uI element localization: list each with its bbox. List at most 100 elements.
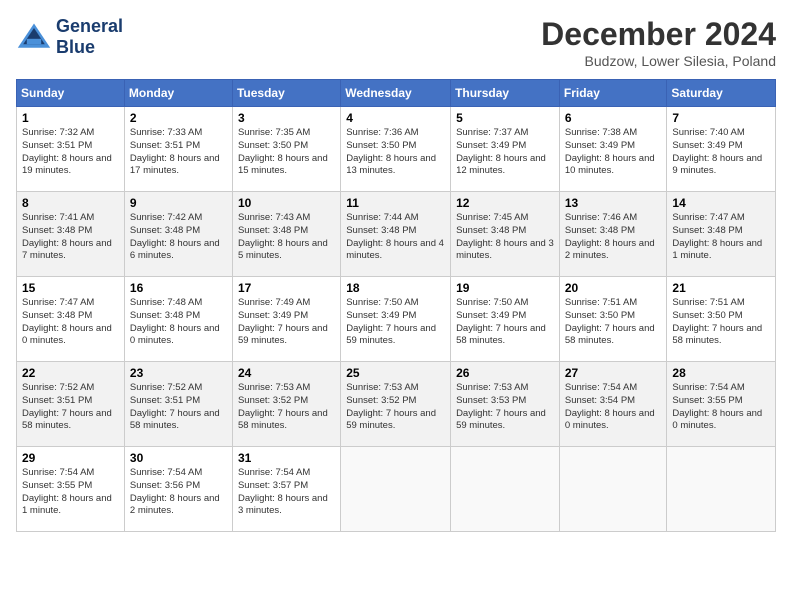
calendar-cell: 16Sunrise: 7:48 AMSunset: 3:48 PMDayligh…	[124, 277, 232, 362]
day-number: 1	[22, 111, 119, 125]
calendar-cell: 23Sunrise: 7:52 AMSunset: 3:51 PMDayligh…	[124, 362, 232, 447]
calendar-week-row: 15Sunrise: 7:47 AMSunset: 3:48 PMDayligh…	[17, 277, 776, 362]
day-number: 21	[672, 281, 770, 295]
day-info: Sunrise: 7:43 AMSunset: 3:48 PMDaylight:…	[238, 212, 335, 263]
day-number: 27	[565, 366, 662, 380]
calendar-cell: 18Sunrise: 7:50 AMSunset: 3:49 PMDayligh…	[341, 277, 451, 362]
page-header: General Blue December 2024 Budzow, Lower…	[16, 16, 776, 69]
day-number: 31	[238, 451, 335, 465]
day-info: Sunrise: 7:37 AMSunset: 3:49 PMDaylight:…	[456, 127, 554, 178]
calendar-cell: 6 Sunrise: 7:38 AMSunset: 3:49 PMDaylight…	[559, 107, 667, 192]
calendar-cell: 21 Sunrise: 7:51 AMSunset: 3:50 PMDayligh…	[667, 277, 776, 362]
logo-blue: Blue	[56, 37, 95, 57]
day-info: Sunrise: 7:54 AMSunset: 3:56 PMDaylight:…	[130, 467, 227, 518]
day-info: Sunrise: 7:36 AMSunset: 3:50 PMDaylight:…	[346, 127, 445, 178]
calendar-cell: 27Sunrise: 7:54 AMSunset: 3:54 PMDayligh…	[559, 362, 667, 447]
day-info: Sunrise: 7:51 AMSunset: 3:50 PMDaylight:…	[672, 297, 770, 348]
calendar-cell: 31 Sunrise: 7:54 AMSunset: 3:57 PMDayligh…	[232, 447, 340, 532]
calendar-cell	[667, 447, 776, 532]
calendar-cell: 12Sunrise: 7:45 AMSunset: 3:48 PMDayligh…	[451, 192, 560, 277]
day-number: 11	[346, 196, 445, 210]
day-info: Sunrise: 7:53 AMSunset: 3:52 PMDaylight:…	[238, 382, 335, 433]
day-info: Sunrise: 7:49 AMSunset: 3:49 PMDaylight:…	[238, 297, 335, 348]
day-number: 17	[238, 281, 335, 295]
day-info: Sunrise: 7:51 AMSunset: 3:50 PMDaylight:…	[565, 297, 662, 348]
logo-general: General	[56, 16, 123, 36]
calendar-cell: 13 Sunrise: 7:46 AMSunset: 3:48 PMDayligh…	[559, 192, 667, 277]
calendar-cell: 29 Sunrise: 7:54 AMSunset: 3:55 PMDayligh…	[17, 447, 125, 532]
day-number: 24	[238, 366, 335, 380]
day-info: Sunrise: 7:53 AMSunset: 3:53 PMDaylight:…	[456, 382, 554, 433]
calendar-cell	[341, 447, 451, 532]
day-info: Sunrise: 7:38 AMSunset: 3:49 PMDaylight:…	[565, 127, 662, 178]
day-number: 9	[130, 196, 227, 210]
calendar-cell: 10Sunrise: 7:43 AMSunset: 3:48 PMDayligh…	[232, 192, 340, 277]
calendar-cell: 28 Sunrise: 7:54 AMSunset: 3:55 PMDayligh…	[667, 362, 776, 447]
title-area: December 2024 Budzow, Lower Silesia, Pol…	[541, 16, 776, 69]
weekday-header: Sunday	[17, 80, 125, 107]
calendar-table: SundayMondayTuesdayWednesdayThursdayFrid…	[16, 79, 776, 532]
day-number: 28	[672, 366, 770, 380]
weekday-header: Monday	[124, 80, 232, 107]
logo: General Blue	[16, 16, 123, 58]
day-info: Sunrise: 7:54 AMSunset: 3:55 PMDaylight:…	[672, 382, 770, 433]
day-number: 26	[456, 366, 554, 380]
calendar-week-row: 22 Sunrise: 7:52 AMSunset: 3:51 PMDayligh…	[17, 362, 776, 447]
day-info: Sunrise: 7:44 AMSunset: 3:48 PMDaylight:…	[346, 212, 445, 263]
day-info: Sunrise: 7:53 AMSunset: 3:52 PMDaylight:…	[346, 382, 445, 433]
day-number: 25	[346, 366, 445, 380]
day-number: 30	[130, 451, 227, 465]
day-number: 20	[565, 281, 662, 295]
calendar-cell: 15Sunrise: 7:47 AMSunset: 3:48 PMDayligh…	[17, 277, 125, 362]
calendar-cell: 24 Sunrise: 7:53 AMSunset: 3:52 PMDayligh…	[232, 362, 340, 447]
day-info: Sunrise: 7:54 AMSunset: 3:55 PMDaylight:…	[22, 467, 119, 518]
day-info: Sunrise: 7:40 AMSunset: 3:49 PMDaylight:…	[672, 127, 770, 178]
weekday-header: Thursday	[451, 80, 560, 107]
calendar-cell: 8Sunrise: 7:41 AMSunset: 3:48 PMDaylight…	[17, 192, 125, 277]
day-info: Sunrise: 7:50 AMSunset: 3:49 PMDaylight:…	[346, 297, 445, 348]
day-info: Sunrise: 7:32 AMSunset: 3:51 PMDaylight:…	[22, 127, 119, 178]
calendar-cell: 1 Sunrise: 7:32 AMSunset: 3:51 PMDaylight…	[17, 107, 125, 192]
day-number: 13	[565, 196, 662, 210]
day-number: 19	[456, 281, 554, 295]
day-info: Sunrise: 7:33 AMSunset: 3:51 PMDaylight:…	[130, 127, 227, 178]
weekday-header: Friday	[559, 80, 667, 107]
day-number: 7	[672, 111, 770, 125]
day-info: Sunrise: 7:45 AMSunset: 3:48 PMDaylight:…	[456, 212, 554, 263]
weekday-header: Saturday	[667, 80, 776, 107]
calendar-cell: 25 Sunrise: 7:53 AMSunset: 3:52 PMDayligh…	[341, 362, 451, 447]
calendar-cell: 9 Sunrise: 7:42 AMSunset: 3:48 PMDaylight…	[124, 192, 232, 277]
day-number: 16	[130, 281, 227, 295]
calendar-cell: 5 Sunrise: 7:37 AMSunset: 3:49 PMDaylight…	[451, 107, 560, 192]
day-info: Sunrise: 7:54 AMSunset: 3:57 PMDaylight:…	[238, 467, 335, 518]
weekday-header-row: SundayMondayTuesdayWednesdayThursdayFrid…	[17, 80, 776, 107]
calendar-cell	[451, 447, 560, 532]
calendar-body: 1 Sunrise: 7:32 AMSunset: 3:51 PMDaylight…	[17, 107, 776, 532]
day-number: 4	[346, 111, 445, 125]
day-info: Sunrise: 7:46 AMSunset: 3:48 PMDaylight:…	[565, 212, 662, 263]
day-number: 6	[565, 111, 662, 125]
calendar-cell: 11 Sunrise: 7:44 AMSunset: 3:48 PMDayligh…	[341, 192, 451, 277]
day-number: 22	[22, 366, 119, 380]
calendar-cell: 3 Sunrise: 7:35 AMSunset: 3:50 PMDaylight…	[232, 107, 340, 192]
logo-icon	[16, 19, 52, 55]
calendar-week-row: 1 Sunrise: 7:32 AMSunset: 3:51 PMDaylight…	[17, 107, 776, 192]
day-number: 3	[238, 111, 335, 125]
day-number: 15	[22, 281, 119, 295]
calendar-cell: 20 Sunrise: 7:51 AMSunset: 3:50 PMDayligh…	[559, 277, 667, 362]
calendar-cell	[559, 447, 667, 532]
day-info: Sunrise: 7:47 AMSunset: 3:48 PMDaylight:…	[672, 212, 770, 263]
day-number: 5	[456, 111, 554, 125]
weekday-header: Tuesday	[232, 80, 340, 107]
calendar-cell: 4 Sunrise: 7:36 AMSunset: 3:50 PMDaylight…	[341, 107, 451, 192]
calendar-cell: 2Sunrise: 7:33 AMSunset: 3:51 PMDaylight…	[124, 107, 232, 192]
location-subtitle: Budzow, Lower Silesia, Poland	[541, 53, 776, 69]
day-info: Sunrise: 7:42 AMSunset: 3:48 PMDaylight:…	[130, 212, 227, 263]
day-number: 8	[22, 196, 119, 210]
day-info: Sunrise: 7:35 AMSunset: 3:50 PMDaylight:…	[238, 127, 335, 178]
day-number: 29	[22, 451, 119, 465]
day-info: Sunrise: 7:52 AMSunset: 3:51 PMDaylight:…	[130, 382, 227, 433]
day-number: 14	[672, 196, 770, 210]
calendar-cell: 30 Sunrise: 7:54 AMSunset: 3:56 PMDayligh…	[124, 447, 232, 532]
calendar-cell: 17 Sunrise: 7:49 AMSunset: 3:49 PMDayligh…	[232, 277, 340, 362]
